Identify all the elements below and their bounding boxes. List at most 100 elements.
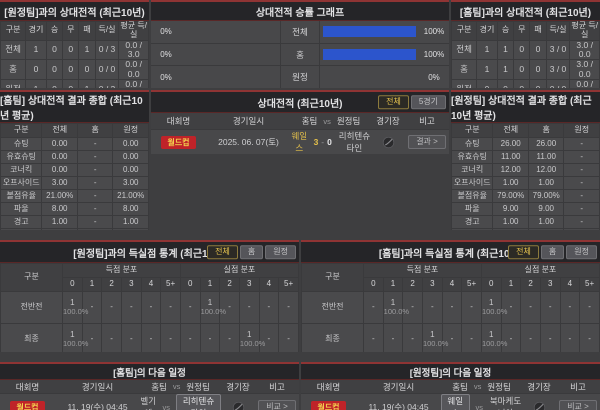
cell: 26.00 [492,137,529,151]
cell: - [527,228,565,230]
cell: 8.00 [112,202,149,216]
cell: 0 [25,59,47,80]
fixture-away-table: 대회명 경기일시 홈팀 vs 원정팀 경기장 비고 월드컵 11. 19(수) … [301,380,600,410]
filter-5games-button[interactable]: 5경기 [410,95,446,109]
venue-cell [522,401,556,410]
col-header: 원정 [563,123,600,138]
panel-h2h-matches: 상대전적 (최근10년) 전체 5경기 대회명 경기일시 홈팀 vs 원정팀 경… [151,90,449,154]
table-row: 전반전 1100.0% - - - - - - 1100.0% - - - [0,291,299,324]
col-header: 경기 [476,21,498,41]
away-col-label: 원정팀 [186,381,210,392]
compare-button[interactable]: 비교 > [559,400,597,410]
filter-away-button[interactable]: 원정 [566,245,597,259]
cell: - [199,323,221,352]
cell: - [563,202,600,216]
cell: - [559,291,581,324]
table-row: 원정 1 0 0 1 0 / 3 0.0 / 3.0 [0,78,149,88]
fixture-row: 월드컵 11. 19(수) 04:45 웨일스 vs 북마케도니아 비교 > [301,394,600,410]
fixture-row: 월드컵 11. 19(수) 04:45 벨기에 vs 리히텐슈타인 비교 > [0,394,299,410]
col-header: 비고 [419,116,435,126]
filter-home-button[interactable]: 홈 [239,245,264,259]
panel-title: [홈팀] 상대전적 결과 종합 (최근10년 평균) [0,92,149,123]
col-header: 경기일시 [232,116,265,126]
col-header: 비고 [570,381,586,392]
cell: - [441,291,463,324]
row-label: 코너킥 [451,163,494,177]
stadium-icon [533,401,545,410]
cell: - [492,228,529,230]
row-label: 슈팅 [0,137,43,151]
cell: - [179,291,201,324]
bin-header: 3 [539,277,561,292]
match-row: 월드컵 2025. 06. 07(토) 웨일스 3 - 0 리히텐슈타인 결과 … [151,130,449,154]
cell: 9.00 [492,202,529,216]
filter-all-button[interactable]: 전체 [378,95,409,109]
cell: 0.0 / 3.0 [118,39,149,61]
cell: - [520,291,541,324]
col-header: 승 [496,21,515,41]
fixture-teams: 웨일스 vs 북마케도니아 [441,394,522,410]
panel-title: [홈팀]과의 득실점 통계 (최근10년) 전체 홈 원정 [301,242,600,263]
filter-home-button[interactable]: 홈 [540,245,565,259]
table-row: 최종 1 100.0% - - - - - - - - 1 100.0% - - [0,323,299,352]
scored-group-header: 득점 분포 [363,263,482,278]
right-bar-track [320,21,419,43]
cell: 8.00 [41,202,78,216]
cell: 3.00 [112,176,149,190]
table-row: 파울 8.00 - 8.00 [0,202,149,216]
filter-all-button[interactable]: 전체 [207,245,238,259]
bin-header: 2 [520,277,541,292]
table-row: 전체 1 1 0 0 3 / 0 3.0 / 0.0 [451,39,600,61]
fixture-teams: 벨기에 vs 리히텐슈타인 [140,394,221,410]
bin-header: 1 [81,277,103,292]
panel-title: [홈팀]의 다음 일정 [0,364,299,380]
filter-away-button[interactable]: 원정 [265,245,296,259]
col-header: 홈 [527,123,565,138]
panel-title: [원정팀]과의 득실점 통계 (최근10년) 전체 홈 원정 [0,242,299,263]
cell: - [140,291,162,324]
note-cell: 비교 > [556,400,600,410]
row-label: 홈 [451,59,478,80]
row-label: 유효슈팅 [0,150,43,164]
cell: 0.00 [41,137,78,151]
away-team: 북마케도니아 [489,396,522,410]
row-label: 코너킥 [0,163,43,177]
row-label: 전체 [0,39,27,61]
cell: - [579,291,600,324]
cell: 1 100.0% [199,291,226,324]
summary-home-table: 구분 전체 홈 원정 슈팅 0.00 - 0.00 유효슈팅 0.00 - 0.… [0,123,149,230]
result-button[interactable]: 결과 > [408,135,446,149]
table-header-row: 구분 경기 승 무 패 득/실 평균 득/실 [451,21,600,41]
cell: 0 / 0 [94,59,120,80]
cell: 0.00 [112,150,149,164]
col-header: 전체 [492,123,529,138]
vs-label: vs [172,382,181,391]
cell: - [563,228,600,230]
table-row: 슈팅 26.00 26.00 - [451,137,600,151]
left-bar-track [181,21,280,43]
cell: 0 [496,78,515,88]
cell: 0 [78,59,96,80]
filter-all-button[interactable]: 전체 [508,245,539,259]
table-row: 전반전 - 1100.0% - - - - 1100.0% - - - - [301,291,600,324]
cell: 1 [25,39,47,61]
bin-header: 0 [62,277,83,292]
compare-button[interactable]: 비교 > [258,400,296,410]
cell: - [219,323,240,352]
left-percent-label: 0% [160,50,172,59]
cell: - [563,215,600,229]
table-header-row: 구분 전체 홈 원정 [451,123,600,138]
conceded-group-header: 실점 분포 [480,263,600,278]
fixture-datetime: 11. 19(수) 04:45 [67,402,128,410]
filter-buttons: 전체 홈 원정 [207,245,296,259]
panel-goals-away: [홈팀]과의 득실점 통계 (최근10년) 전체 홈 원정 구분 득점 분포 실… [301,240,600,352]
cell: 1 [78,78,96,88]
bin-header: 3 [238,277,260,292]
stadium-icon [382,136,394,148]
right-bar [323,49,416,60]
cell: 0.00 [112,163,149,177]
col-header: 무 [513,21,531,41]
panel-winrate-graph: 상대전적 승률 그래프 0% 전체 100% 0% 홈 100% 0% 원정 0… [151,0,449,88]
row-label: 오프사이드 [451,176,494,190]
col-header: 홈팀 vs 원정팀 [441,381,522,393]
